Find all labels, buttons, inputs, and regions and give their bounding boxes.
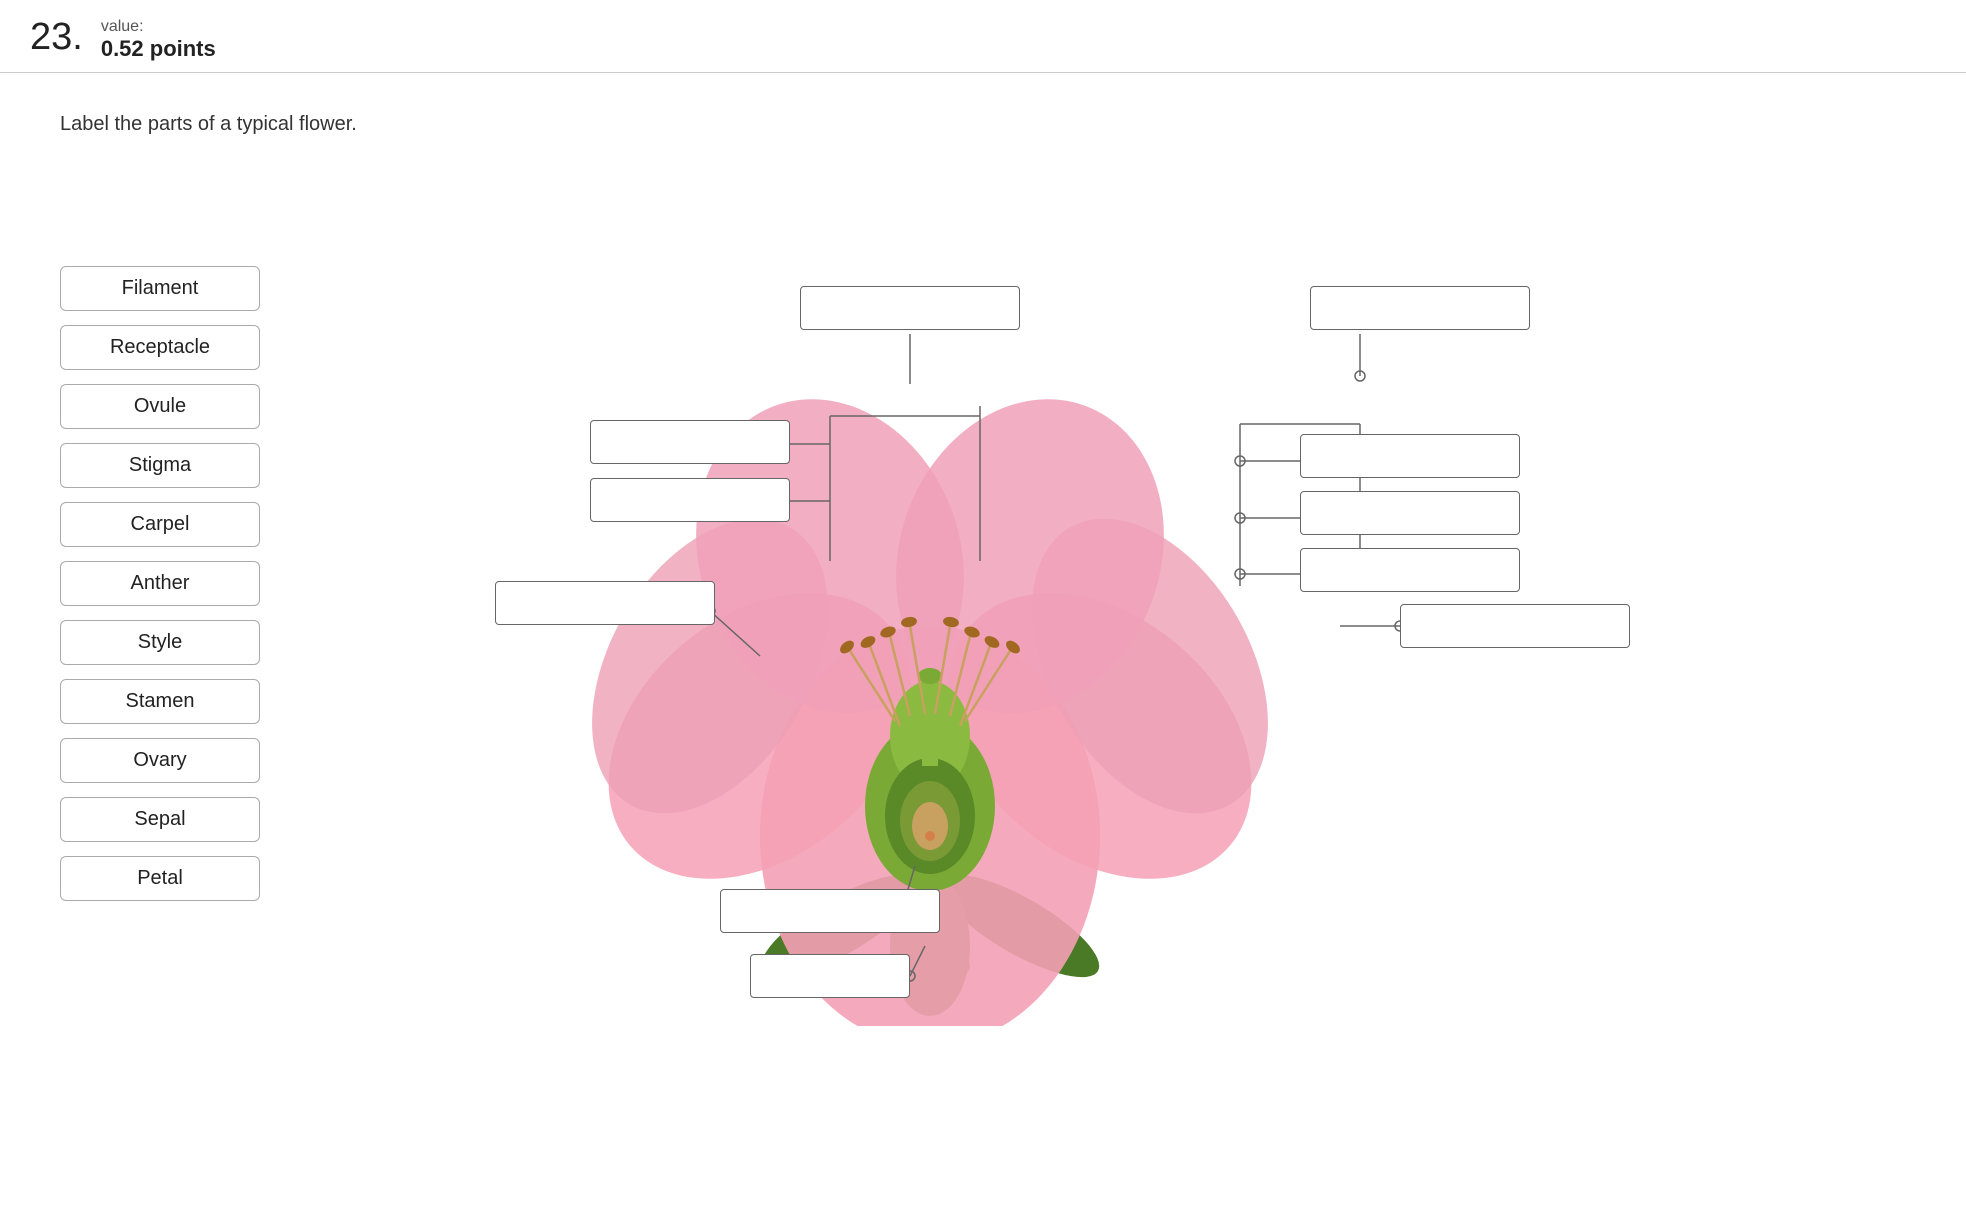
value-points: 0.52 points [101, 36, 216, 62]
label-box-middle-right[interactable] [1400, 604, 1630, 648]
word-sepal[interactable]: Sepal [60, 797, 260, 842]
diagram-area [340, 166, 1740, 1146]
label-box-top-right-4[interactable] [1300, 548, 1520, 592]
word-stamen[interactable]: Stamen [60, 679, 260, 724]
label-box-top-left-3[interactable] [590, 478, 790, 522]
word-petal[interactable]: Petal [60, 856, 260, 901]
instructions: Label the parts of a typical flower. [60, 113, 1906, 136]
word-bank: Filament Receptacle Ovule Stigma Carpel … [60, 266, 260, 1146]
content-area: Filament Receptacle Ovule Stigma Carpel … [60, 166, 1906, 1146]
question-meta: value: 0.52 points [101, 18, 216, 62]
label-box-top-right-1[interactable] [1310, 286, 1530, 330]
question-number: 23. [30, 18, 83, 56]
word-ovary[interactable]: Ovary [60, 738, 260, 783]
question-header: 23. value: 0.52 points [0, 0, 1966, 73]
main-content: Label the parts of a typical flower. Fil… [0, 73, 1966, 1186]
label-box-bottom-left-2[interactable] [750, 954, 910, 998]
word-carpel[interactable]: Carpel [60, 502, 260, 547]
label-box-top-left-2[interactable] [590, 420, 790, 464]
label-box-top-left-1[interactable] [800, 286, 1020, 330]
label-box-middle-left[interactable] [495, 581, 715, 625]
word-anther[interactable]: Anther [60, 561, 260, 606]
word-stigma[interactable]: Stigma [60, 443, 260, 488]
word-receptacle[interactable]: Receptacle [60, 325, 260, 370]
word-ovule[interactable]: Ovule [60, 384, 260, 429]
value-label: value: [101, 18, 216, 36]
connector-lines [340, 166, 1740, 1146]
label-box-top-right-3[interactable] [1300, 491, 1520, 535]
word-filament[interactable]: Filament [60, 266, 260, 311]
word-style[interactable]: Style [60, 620, 260, 665]
label-box-top-right-2[interactable] [1300, 434, 1520, 478]
label-box-bottom-left-1[interactable] [720, 889, 940, 933]
